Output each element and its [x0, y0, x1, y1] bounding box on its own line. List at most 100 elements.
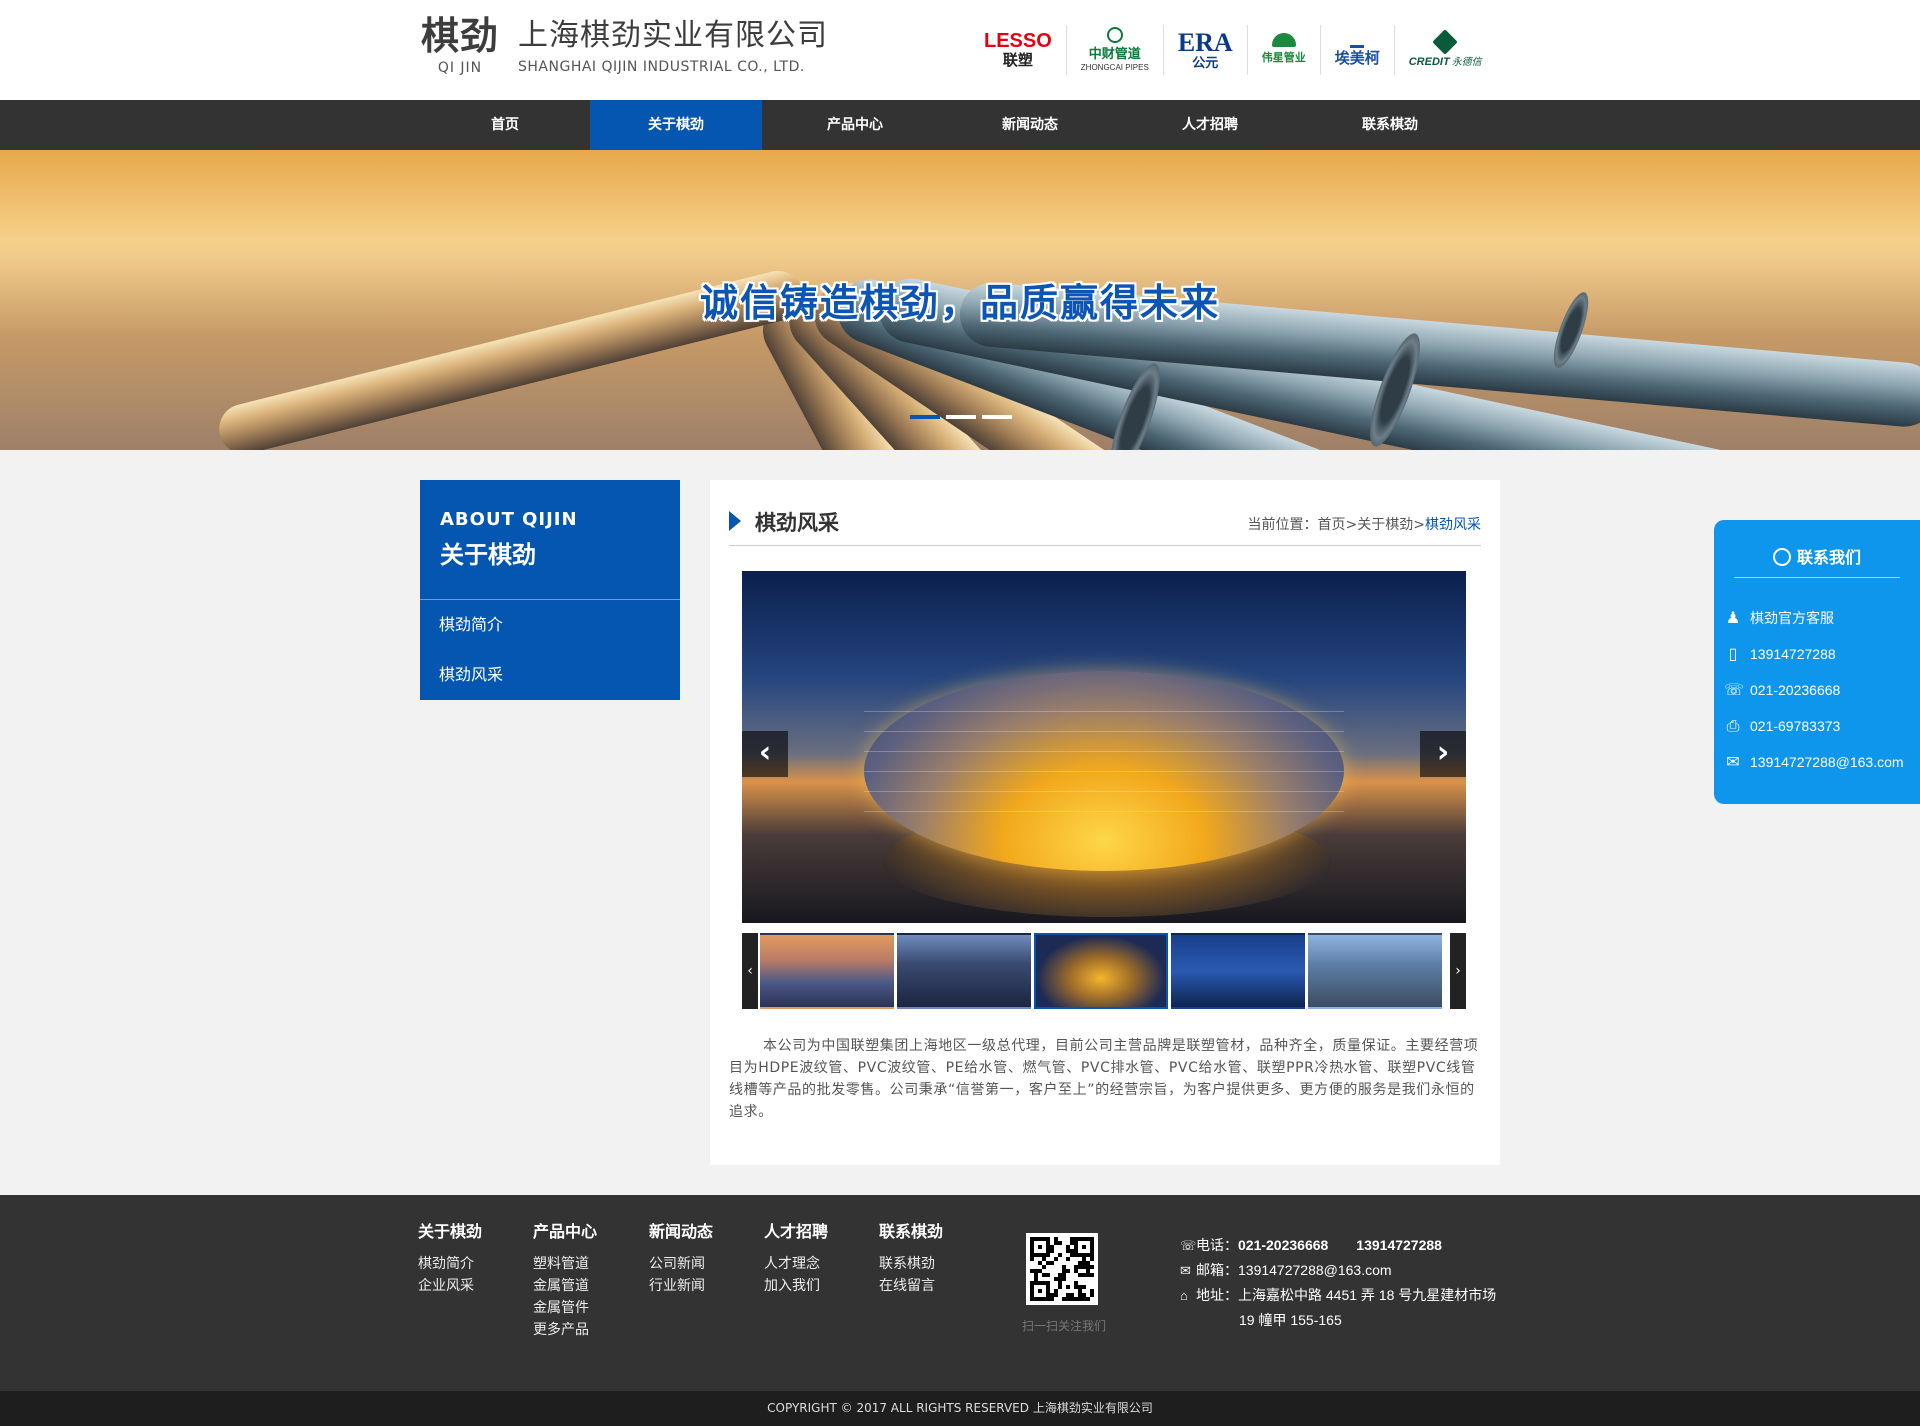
footer-col-products: 产品中心 塑料管道 金属管道 金属管件 更多产品: [533, 1221, 597, 1341]
site-footer: 关于棋劲 棋劲简介 企业风采 产品中心 塑料管道 金属管道 金属管件 更多产品 …: [0, 1195, 1920, 1391]
company-name-cn: 上海棋劲实业有限公司: [518, 18, 828, 53]
brand-credit: CREDIT 永德信: [1393, 25, 1496, 75]
floating-contact-panel: 联系我们 ♟ 棋劲官方客服 ▯ 13914727288 ☏ 021-20236668 …: [1714, 520, 1920, 804]
banner-slogan: 诚信铸造棋劲，品质赢得未来: [699, 281, 1220, 325]
sidebar-item-gallery[interactable]: 棋劲风采: [420, 650, 680, 700]
nav-item-news[interactable]: 新闻动态: [948, 100, 1112, 150]
contact-mobile-text: 13914727288: [1750, 646, 1836, 662]
carousel-dot-2[interactable]: [946, 415, 976, 419]
carousel-dot-1[interactable]: [910, 415, 940, 419]
footer-link[interactable]: 棋劲简介: [418, 1253, 482, 1275]
footer-col-title[interactable]: 联系棋劲: [879, 1221, 943, 1243]
mobile-icon: ▯: [1728, 646, 1738, 663]
floating-contact-title-text: 联系我们: [1796, 548, 1861, 567]
footer-link[interactable]: 公司新闻: [649, 1253, 713, 1275]
contact-qq[interactable]: ♟ 棋劲官方客服: [1724, 600, 1914, 636]
brand-weixing: 伟星管业: [1246, 25, 1320, 75]
gallery-thumb-3[interactable]: [1034, 933, 1168, 1009]
logo-text-cn: 棋劲: [420, 14, 499, 58]
content-header: 棋劲风采 当前位置：首页>关于棋劲>棋劲风采: [729, 500, 1481, 546]
thumbs-prev-button[interactable]: ‹: [742, 933, 758, 1009]
gallery-prev-button[interactable]: ‹: [742, 731, 788, 777]
carousel-dots: [910, 415, 1012, 419]
gallery-next-button[interactable]: ›: [1420, 731, 1466, 777]
sidebar-header: ABOUT QIJIN 关于棋劲: [420, 480, 680, 600]
brand-aimeike: 埃美柯: [1319, 25, 1394, 75]
company-description: 本公司为中国联塑集团上海地区一级总代理，目前公司主营品牌是联塑管材，品种齐全，质…: [729, 1038, 1479, 1120]
breadcrumb-home[interactable]: 首页: [1318, 517, 1346, 533]
logo[interactable]: 棋劲 QI JIN: [420, 14, 500, 76]
sidebar-menu: 棋劲简介 棋劲风采: [420, 600, 680, 700]
qq-icon: ♟: [1725, 610, 1741, 627]
brand-zhongcai-cn: 中财管道: [1088, 46, 1141, 61]
footer-phone-value: 021-20236668 13914727288: [1238, 1237, 1442, 1253]
floating-contact-title: 联系我们: [1734, 538, 1900, 578]
nav-item-careers[interactable]: 人才招聘: [1112, 100, 1308, 150]
footer-link[interactable]: 金属管道: [533, 1275, 597, 1297]
footer-contact-info: ☏电话：021-20236668 13914727288 ✉ 邮箱：1391472…: [1180, 1233, 1496, 1332]
footer-col-title[interactable]: 关于棋劲: [418, 1221, 482, 1243]
brand-era: ERA 公元: [1162, 25, 1247, 75]
sidebar-title-en: ABOUT QIJIN: [440, 509, 578, 530]
breadcrumb-about[interactable]: 关于棋劲: [1357, 517, 1413, 533]
gallery-thumbnails: ‹ ›: [742, 933, 1466, 1009]
nav-item-contact[interactable]: 联系棋劲: [1308, 100, 1472, 150]
qr-caption: 扫一扫关注我们: [1022, 1319, 1107, 1333]
footer-address: ⌂ 地址：上海嘉松中路 4451 弄 18 号九星建材市场: [1180, 1283, 1496, 1308]
gallery-thumb-1[interactable]: [760, 933, 894, 1009]
footer-link[interactable]: 塑料管道: [533, 1253, 597, 1275]
brand-credit-text: CREDIT 永德信: [1409, 53, 1482, 68]
thumbs-next-button[interactable]: ›: [1450, 933, 1466, 1009]
contact-phone[interactable]: ☏ 021-20236668: [1724, 672, 1914, 708]
contact-email[interactable]: ✉ 13914727288@163.com: [1724, 744, 1914, 780]
footer-link[interactable]: 加入我们: [764, 1275, 828, 1297]
footer-link[interactable]: 行业新闻: [649, 1275, 713, 1297]
gallery-thumb-4[interactable]: [1171, 933, 1305, 1009]
footer-col-about: 关于棋劲 棋劲简介 企业风采: [418, 1221, 482, 1297]
breadcrumb-current: 棋劲风采: [1425, 517, 1481, 533]
footer-email-value: 13914727288@163.com: [1238, 1262, 1392, 1278]
footer-col-title[interactable]: 人才招聘: [764, 1221, 828, 1243]
footer-link[interactable]: 人才理念: [764, 1253, 828, 1275]
qr-code: [1026, 1233, 1098, 1305]
headset-icon: [1772, 548, 1791, 566]
footer-link[interactable]: 企业风采: [418, 1275, 482, 1297]
nav-item-home[interactable]: 首页: [420, 100, 590, 150]
mail-icon: ✉: [1726, 754, 1740, 771]
copyright: COPYRIGHT © 2017 ALL RIGHTS RESERVED 上海棋…: [0, 1391, 1920, 1426]
hero-banner: 诚信铸造棋劲，品质赢得未来: [0, 150, 1920, 450]
company-name: 上海棋劲实业有限公司 SHANGHAI QIJIN INDUSTRIAL CO.…: [518, 18, 828, 76]
footer-col-contact: 联系棋劲 联系棋劲 在线留言: [879, 1221, 943, 1297]
chevron-left-icon: ‹: [758, 735, 772, 770]
contact-qq-text: 棋劲官方客服: [1750, 610, 1834, 626]
contact-fax[interactable]: ⎙ 021-69783373: [1724, 708, 1914, 744]
brand-lesso-cn: 联塑: [1002, 52, 1033, 69]
content-panel: 棋劲风采 当前位置：首页>关于棋劲>棋劲风采 ‹ › ‹ › 本公司为中国联塑集…: [710, 480, 1500, 1165]
nav-item-products[interactable]: 产品中心: [762, 100, 948, 150]
nav-item-about[interactable]: 关于棋劲: [590, 100, 762, 150]
footer-col-news: 新闻动态 公司新闻 行业新闻: [649, 1221, 713, 1297]
brand-zhongcai: 中财管道 ZHONGCAI PIPES: [1065, 25, 1163, 75]
sidebar-title-cn: 关于棋劲: [440, 541, 536, 569]
qr-module: [1090, 1297, 1094, 1301]
phone-icon: ☏: [1180, 1238, 1197, 1253]
logo-text-en: QI JIN: [437, 60, 483, 76]
footer-link[interactable]: 更多产品: [533, 1319, 597, 1341]
footer-link[interactable]: 在线留言: [879, 1275, 943, 1297]
carousel-dot-3[interactable]: [982, 415, 1012, 419]
opera-house-image: [864, 671, 1344, 871]
brand-lesso-en: LESSO: [984, 30, 1052, 52]
contact-mobile[interactable]: ▯ 13914727288: [1724, 636, 1914, 672]
contact-phone-text: 021-20236668: [1750, 682, 1841, 698]
gallery-thumb-5[interactable]: [1308, 933, 1442, 1009]
mail-icon: ✉: [1180, 1263, 1191, 1278]
footer-link[interactable]: 金属管件: [533, 1297, 597, 1319]
brand-era-en: ERA: [1177, 28, 1233, 57]
footer-col-title[interactable]: 新闻动态: [649, 1221, 713, 1243]
footer-link[interactable]: 联系棋劲: [879, 1253, 943, 1275]
gallery-thumb-2[interactable]: [897, 933, 1031, 1009]
title-marker-icon: [729, 511, 741, 531]
sidebar-item-intro[interactable]: 棋劲简介: [420, 600, 680, 650]
footer-col-title[interactable]: 产品中心: [533, 1221, 597, 1243]
footer-email-label: 邮箱：: [1196, 1262, 1238, 1278]
